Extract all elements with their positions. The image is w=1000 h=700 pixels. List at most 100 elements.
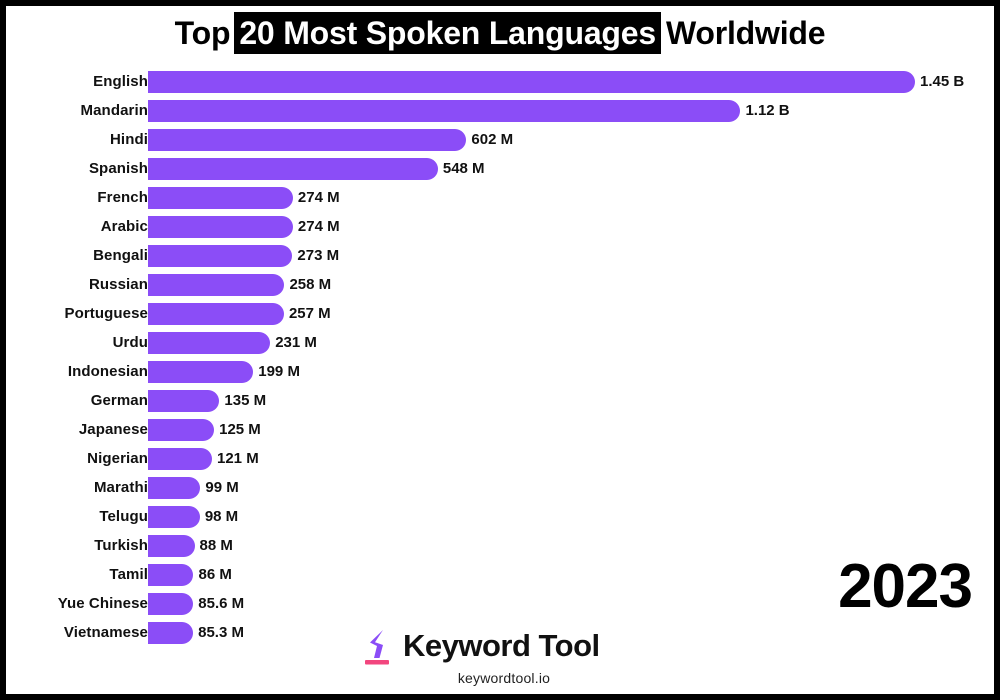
bar-value-label: 548 M [442,160,485,177]
bar-track [148,390,220,412]
bar-value-label: 125 M [219,421,261,438]
bar [148,564,194,586]
bar-category-label: Russian [88,276,148,293]
bar [148,158,438,180]
bar-row: Urdu 231 M [6,330,994,356]
bar-track [148,535,195,557]
bar [148,622,194,644]
bar-value-label: 274 M [297,218,340,235]
bar-track [148,593,194,615]
chart-title: Top 20 Most Spoken Languages Worldwide [6,8,994,58]
bar-category-label: Portuguese [64,305,148,322]
year-label: 2023 [838,552,973,621]
bar [148,477,201,499]
bar-category-label: Hindi [110,131,148,148]
bar-value-label: 88 M [199,537,233,554]
bar [148,303,284,325]
bar-category-label: Bengali [93,247,148,264]
bar-track [148,506,200,528]
bar-row: Indonesian 199 M [6,359,994,385]
bar-track [148,216,293,238]
bar [148,361,254,383]
bar-track [148,100,741,122]
bar-value-label: 257 M [288,305,331,322]
bar-track [148,187,293,209]
bar-category-label: Marathi [93,479,148,496]
bar-category-label: English [93,73,148,90]
bar-track [148,71,915,93]
chart-title-suffix: Worldwide [665,15,826,51]
bar-chart-plot: English 1.45 B Mandarin 1.12 B Hindi 602 M Spa… [6,64,994,644]
bar [148,187,293,209]
bar [148,245,293,267]
bar-value-label: 85.3 M [198,624,244,641]
bar-track [148,477,201,499]
bar-row: Bengali 273 M [6,243,994,269]
bar-value-label: 258 M [289,276,332,293]
bar-row: Japanese 125 M [6,417,994,443]
chart-title-highlight: 20 Most Spoken Languages [234,12,661,54]
branding-row: Keyword Tool [361,624,661,668]
bar [148,100,741,122]
chart-canvas: Top 20 Most Spoken Languages Worldwide Eng… [6,6,994,694]
bar-category-label: Telugu [99,508,148,525]
bar [148,216,293,238]
bar [148,274,285,296]
bar-category-label: Yue Chinese [57,595,148,612]
bar-value-label: 85.6 M [198,595,245,612]
bar-row: Russian 258 M [6,272,994,298]
bar-row: Telugu 98 M [6,504,994,530]
bar-value-label: 274 M [297,189,340,206]
bar [148,390,220,412]
bar-track [148,564,194,586]
bar-value-label: 1.45 B [920,73,965,90]
bar-value-label: 602 M [471,131,514,148]
bar-track [148,274,285,296]
bar-row: French 274 M [6,185,994,211]
keywordtool-chevron-icon [361,626,393,666]
bar-track [148,448,212,470]
bar [148,535,195,557]
bar [148,448,212,470]
bar-category-label: Tamil [109,566,148,583]
bar-track [148,158,438,180]
bar-track [148,361,254,383]
bar-category-label: Spanish [88,160,148,177]
bar-row: German 135 M [6,388,994,414]
bar-category-label: Mandarin [80,102,148,119]
bar [148,506,200,528]
brand-name: Keyword Tool [403,628,600,663]
bar [148,332,271,354]
bar-track [148,332,271,354]
bar-row: English 1.45 B [6,69,994,95]
bar-category-label: Indonesian [67,363,148,380]
bar-row: Portuguese 257 M [6,301,994,327]
bar-category-label: German [90,392,148,409]
bar-category-label: Arabic [100,218,148,235]
bar-row: Mandarin 1.12 B [6,98,994,124]
bar-track [148,622,194,644]
bar-value-label: 135 M [224,392,267,409]
bar-track [148,419,215,441]
bar-value-label: 199 M [258,363,300,380]
bar-category-label: Japanese [78,421,148,438]
bar-row: Arabic 274 M [6,214,994,240]
bar-row: Marathi 99 M [6,475,994,501]
bar-value-label: 99 M [205,479,239,496]
bar-track [148,303,284,325]
bar-value-label: 86 M [198,566,232,583]
bar [148,593,194,615]
bar-track [148,245,293,267]
chart-title-prefix: Top [174,15,231,51]
bar [148,129,467,151]
bar-value-label: 98 M [204,508,239,525]
bar-category-label: French [97,189,148,206]
bar-row: Hindi 602 M [6,127,994,153]
branding-block: Keyword Tool keywordtool.io [361,624,661,692]
bar [148,71,915,93]
bar [148,419,215,441]
bar-category-label: Turkish [94,537,148,554]
bar-category-label: Vietnamese [63,624,148,641]
bar-row: Spanish 548 M [6,156,994,182]
bar-value-label: 1.12 B [745,102,790,119]
